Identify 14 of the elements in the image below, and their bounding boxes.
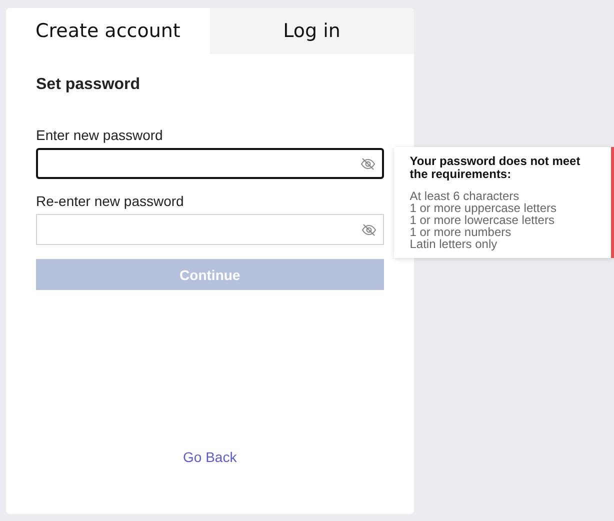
password-field[interactable] bbox=[36, 148, 384, 179]
requirement-text: At least 6 characters bbox=[410, 190, 520, 202]
requirement-text: Latin letters only bbox=[410, 238, 498, 250]
tooltip-title: Your password does not meet the requirements: bbox=[410, 155, 582, 181]
go-back-link[interactable]: Go Back bbox=[183, 449, 237, 465]
field-label: Enter new password bbox=[36, 127, 164, 143]
requirement-text: 1 or more lowercase letters bbox=[410, 214, 556, 226]
form-title: Set password bbox=[36, 76, 142, 94]
tab[interactable]: Log in bbox=[210, 8, 414, 54]
requirement-text: 1 or more uppercase letters bbox=[410, 202, 558, 214]
hidden-eye-icon[interactable] bbox=[360, 222, 377, 238]
hidden-eye-icon[interactable] bbox=[360, 156, 376, 172]
field-label: Re-enter new password bbox=[36, 193, 185, 209]
requirement-text: 1 or more numbers bbox=[410, 226, 512, 238]
